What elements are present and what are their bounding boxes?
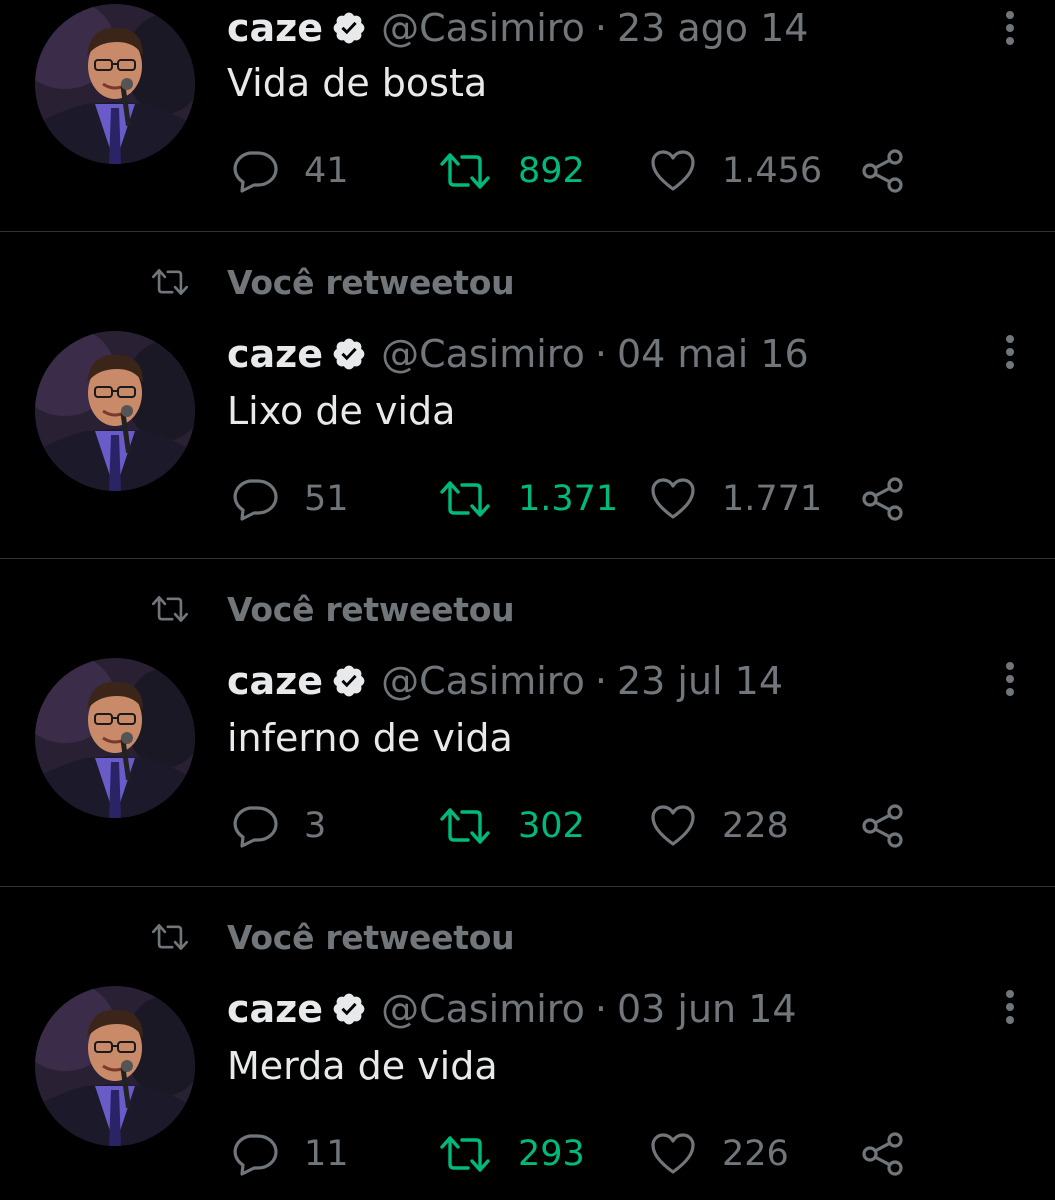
retweet-label[interactable]: Você retweetou — [227, 918, 515, 957]
timeline: caze @Casimiro · 23 ago 14 Vida de bosta… — [0, 0, 1055, 1200]
tweet-text: Merda de vida — [227, 1044, 498, 1088]
heart-icon — [651, 805, 695, 846]
retweet-arrows-icon — [145, 266, 195, 298]
like-button[interactable]: 226 — [650, 1129, 789, 1179]
tweet-date[interactable]: 04 mai 16 — [617, 332, 809, 376]
speech-bubble-icon — [233, 479, 278, 521]
reply-count: 51 — [304, 479, 349, 519]
retweet-arrows-icon — [145, 921, 195, 953]
vertical-dots-icon[interactable] — [996, 984, 1024, 1030]
tweet[interactable]: Você retweetou caze — [0, 231, 1055, 559]
reply-count: 3 — [304, 806, 327, 846]
author-handle[interactable]: @Casimiro — [381, 659, 585, 703]
tweet-actions: 51 1.371 1.771 — [0, 474, 1055, 524]
avatar[interactable] — [35, 331, 195, 491]
vertical-dots-icon[interactable] — [996, 5, 1024, 51]
share-button[interactable] — [860, 1129, 906, 1179]
retweet-count: 302 — [518, 806, 585, 846]
retweet-count: 293 — [518, 1134, 585, 1174]
retweet-button[interactable]: 1.371 — [438, 474, 618, 524]
avatar[interactable] — [35, 986, 195, 1146]
like-button[interactable]: 1.456 — [650, 146, 822, 196]
tweet-actions: 41 892 1.456 — [0, 146, 1055, 196]
tweet-date[interactable]: 23 jul 14 — [617, 659, 783, 703]
tweet-header: caze @Casimiro · 23 ago 14 — [227, 3, 808, 53]
tweet-text: Vida de bosta — [227, 61, 488, 105]
retweet-arrows-icon — [440, 481, 490, 517]
tweet-header: caze @Casimiro · 04 mai 16 — [227, 329, 809, 379]
author-name[interactable]: caze — [227, 332, 323, 376]
tweet[interactable]: Você retweetou caze — [0, 558, 1055, 886]
retweet-button[interactable]: 293 — [438, 1129, 585, 1179]
verified-badge-icon — [331, 336, 367, 372]
tweet-text: Lixo de vida — [227, 389, 456, 433]
like-button[interactable]: 228 — [650, 801, 789, 851]
retweet-arrows-icon — [145, 593, 195, 625]
reply-count: 41 — [304, 151, 349, 191]
retweet-indicator: Você retweetou — [145, 918, 515, 957]
avatar[interactable] — [35, 658, 195, 818]
author-handle[interactable]: @Casimiro — [381, 6, 585, 50]
share-nodes-icon — [862, 477, 903, 521]
like-count: 1.456 — [722, 151, 823, 191]
share-button[interactable] — [860, 146, 906, 196]
vertical-dots-icon[interactable] — [996, 656, 1024, 702]
reply-count: 11 — [304, 1134, 349, 1174]
retweet-arrows-icon — [440, 1136, 490, 1172]
reply-button[interactable]: 3 — [230, 801, 326, 851]
heart-icon — [651, 150, 695, 191]
like-count: 1.771 — [722, 479, 823, 519]
retweet-label[interactable]: Você retweetou — [227, 263, 515, 302]
share-nodes-icon — [862, 1132, 903, 1176]
tweet-text: inferno de vida — [227, 716, 513, 760]
avatar[interactable] — [35, 4, 195, 164]
author-name[interactable]: caze — [227, 659, 323, 703]
reply-button[interactable]: 11 — [230, 1129, 349, 1179]
vertical-dots-icon[interactable] — [996, 329, 1024, 375]
heart-icon — [651, 478, 695, 519]
retweet-indicator: Você retweetou — [145, 590, 515, 629]
retweet-button[interactable]: 892 — [438, 146, 585, 196]
verified-badge-icon — [331, 991, 367, 1027]
tweet-actions: 11 293 226 — [0, 1129, 1055, 1179]
retweet-arrows-icon — [440, 808, 490, 844]
tweet[interactable]: Você retweetou caze — [0, 886, 1055, 1200]
separator-dot: · — [594, 332, 607, 376]
separator-dot: · — [594, 6, 607, 50]
retweet-count: 892 — [518, 151, 585, 191]
retweet-indicator: Você retweetou — [145, 263, 515, 302]
share-button[interactable] — [860, 801, 906, 851]
share-button[interactable] — [860, 474, 906, 524]
author-name[interactable]: caze — [227, 987, 323, 1031]
speech-bubble-icon — [233, 1134, 278, 1176]
author-name[interactable]: caze — [227, 6, 323, 50]
verified-badge-icon — [331, 10, 367, 46]
reply-button[interactable]: 41 — [230, 146, 349, 196]
speech-bubble-icon — [233, 806, 278, 848]
tweet[interactable]: caze @Casimiro · 23 ago 14 Vida de bosta… — [0, 0, 1055, 231]
retweet-label[interactable]: Você retweetou — [227, 590, 515, 629]
retweet-count: 1.371 — [518, 479, 619, 519]
tweet-header: caze @Casimiro · 03 jun 14 — [227, 984, 797, 1034]
speech-bubble-icon — [233, 151, 278, 193]
retweet-button[interactable]: 302 — [438, 801, 585, 851]
like-count: 228 — [722, 806, 789, 846]
like-button[interactable]: 1.771 — [650, 474, 822, 524]
tweet-date[interactable]: 03 jun 14 — [617, 987, 797, 1031]
retweet-arrows-icon — [440, 153, 490, 189]
separator-dot: · — [594, 659, 607, 703]
tweet-header: caze @Casimiro · 23 jul 14 — [227, 656, 783, 706]
separator-dot: · — [594, 987, 607, 1031]
share-nodes-icon — [862, 149, 903, 193]
heart-icon — [651, 1133, 695, 1174]
author-handle[interactable]: @Casimiro — [381, 332, 585, 376]
share-nodes-icon — [862, 804, 903, 848]
verified-badge-icon — [331, 663, 367, 699]
like-count: 226 — [722, 1134, 789, 1174]
tweet-date[interactable]: 23 ago 14 — [617, 6, 809, 50]
author-handle[interactable]: @Casimiro — [381, 987, 585, 1031]
tweet-actions: 3 302 228 — [0, 801, 1055, 851]
reply-button[interactable]: 51 — [230, 474, 349, 524]
